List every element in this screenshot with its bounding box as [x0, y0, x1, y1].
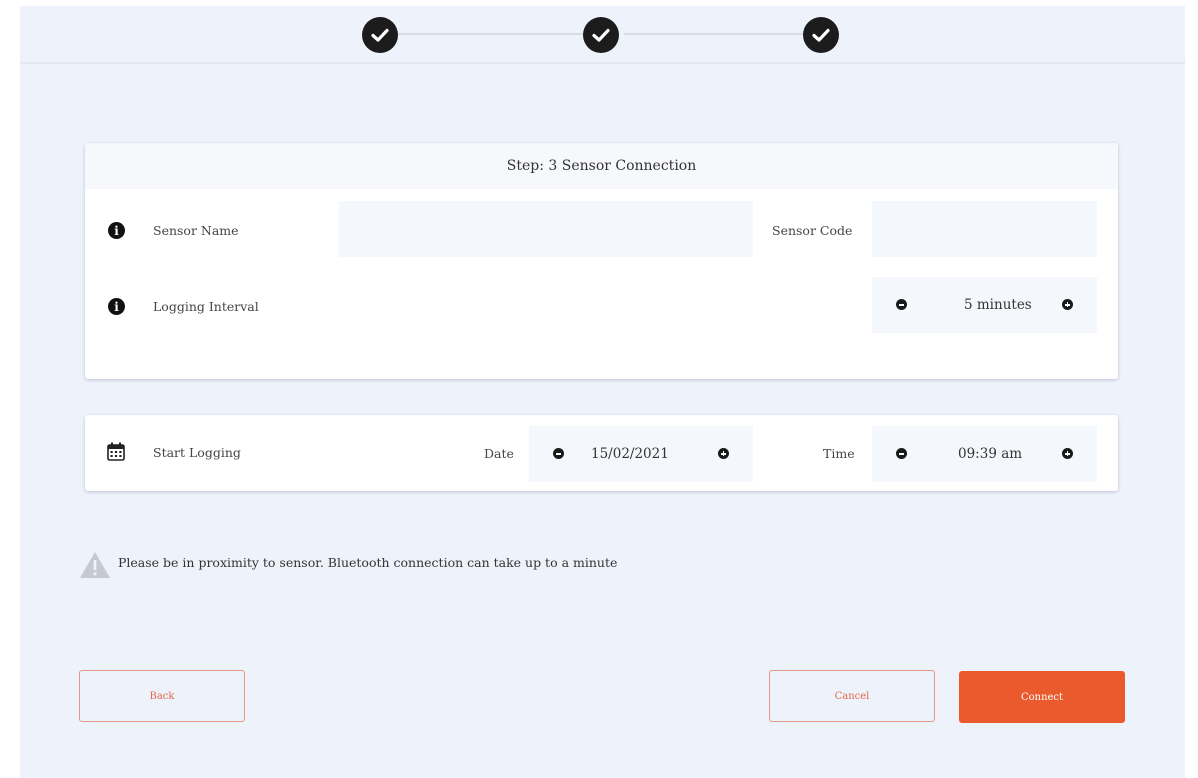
info-icon[interactable]: i: [108, 222, 125, 239]
sensor-name-label: Sensor Name: [153, 223, 239, 238]
time-label: Time: [823, 446, 855, 461]
card-title: Step: 3 Sensor Connection: [85, 143, 1118, 189]
progress-stepper: [20, 6, 1185, 64]
check-icon: [812, 28, 830, 42]
sensor-connection-card: Step: 3 Sensor Connection i Sensor Name …: [85, 143, 1118, 379]
decrement-date-button[interactable]: [553, 448, 564, 459]
sensor-code-input[interactable]: [872, 201, 1097, 257]
logging-interval-value: 5 minutes: [964, 297, 1032, 313]
date-stepper: 15/02/2021: [529, 426, 753, 482]
cancel-button[interactable]: Cancel: [769, 670, 935, 722]
sensor-code-label: Sensor Code: [772, 223, 853, 238]
logging-interval-stepper: 5 minutes: [872, 277, 1097, 333]
date-label: Date: [484, 446, 514, 461]
increment-date-button[interactable]: [718, 448, 729, 459]
time-value: 09:39 am: [958, 446, 1023, 462]
warning-icon: [80, 552, 110, 578]
step-3-complete: [803, 17, 839, 53]
proximity-warning-text: Please be in proximity to sensor. Blueto…: [118, 555, 618, 570]
calendar-icon: [107, 442, 125, 461]
increment-interval-button[interactable]: [1062, 299, 1073, 310]
app-frame: Step: 3 Sensor Connection i Sensor Name …: [20, 6, 1185, 778]
time-stepper: 09:39 am: [872, 426, 1097, 482]
check-icon: [371, 28, 389, 42]
connect-button[interactable]: Connect: [959, 671, 1125, 723]
step-connector: [398, 33, 604, 35]
sensor-name-input[interactable]: [339, 201, 753, 257]
increment-time-button[interactable]: [1062, 448, 1073, 459]
date-value: 15/02/2021: [591, 446, 669, 462]
logging-interval-label: Logging Interval: [153, 299, 259, 314]
step-connector: [624, 33, 824, 35]
back-button[interactable]: Back: [79, 670, 245, 722]
decrement-time-button[interactable]: [896, 448, 907, 459]
step-1-complete: [362, 17, 398, 53]
start-logging-card: Start Logging Date 15/02/2021 Time 09:39…: [85, 415, 1118, 491]
start-logging-label: Start Logging: [153, 445, 241, 460]
info-icon[interactable]: i: [108, 298, 125, 315]
step-2-complete: [583, 17, 619, 53]
check-icon: [592, 28, 610, 42]
decrement-interval-button[interactable]: [896, 299, 907, 310]
